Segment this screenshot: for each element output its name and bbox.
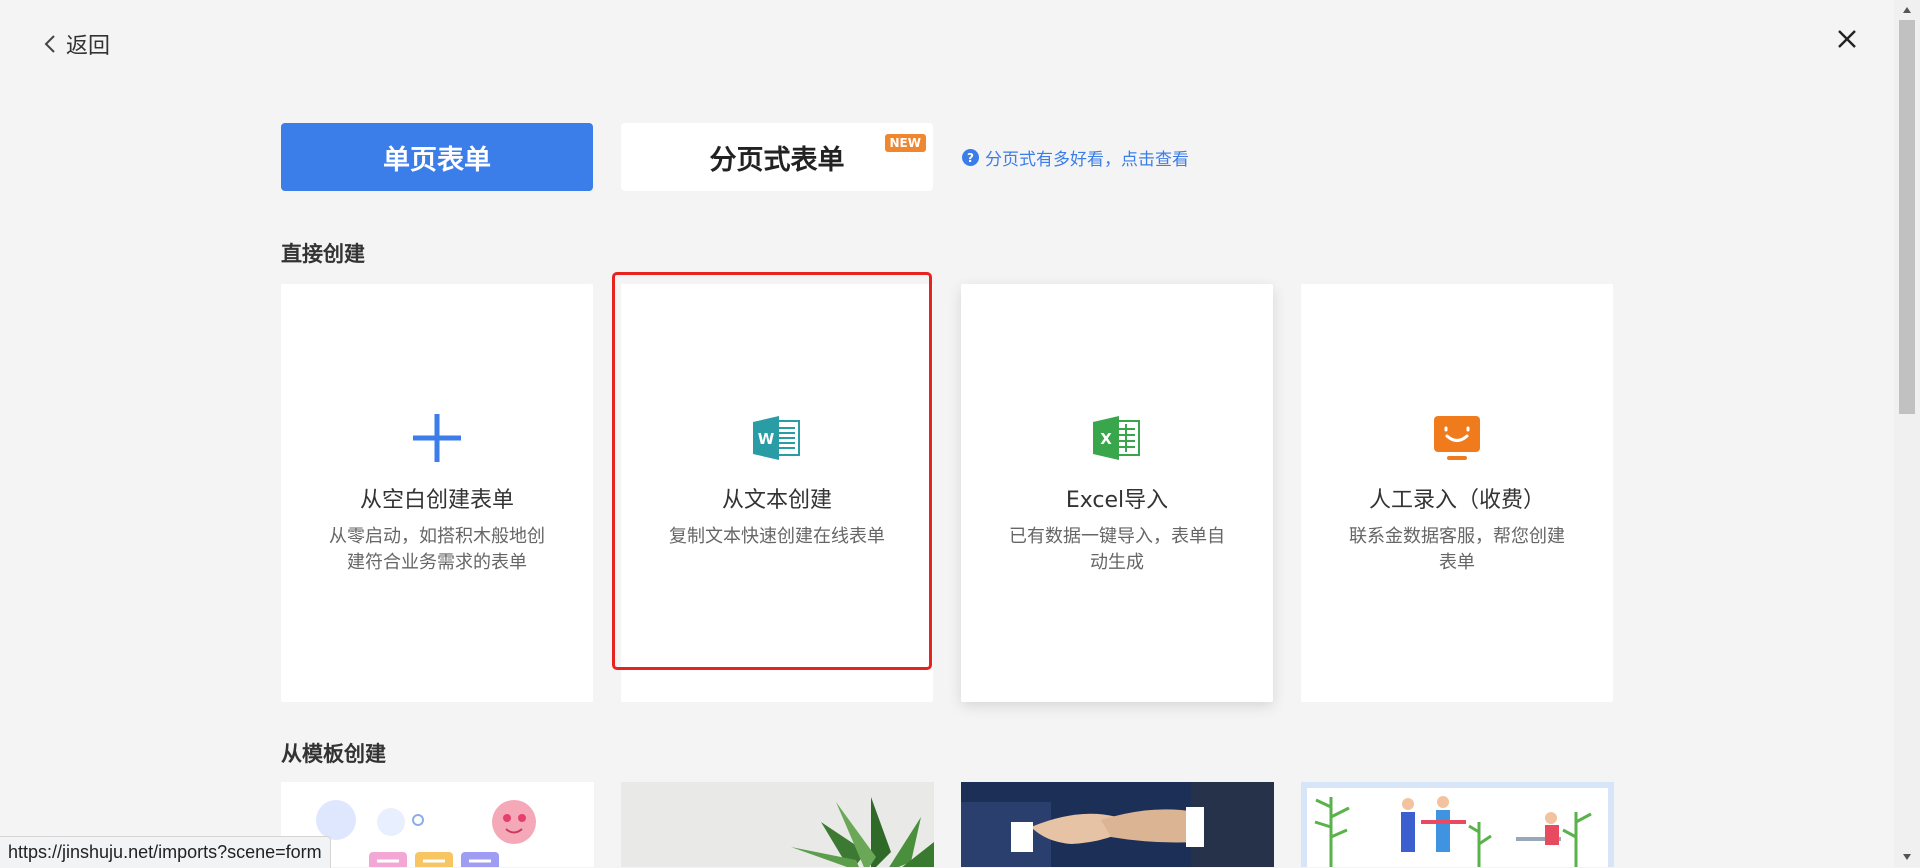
word-icon: W — [753, 416, 800, 460]
svg-text:X: X — [1100, 430, 1112, 448]
template-illustration-plant — [621, 782, 934, 867]
single-page-form-button[interactable]: 单页表单 — [281, 123, 593, 191]
back-link[interactable]: 返回 — [40, 28, 110, 60]
template-illustration-office — [1301, 782, 1614, 867]
paged-form-button[interactable]: 分页式表单 NEW — [621, 123, 933, 191]
monitor-smile-icon — [1434, 416, 1480, 460]
template-thumbnail[interactable] — [621, 782, 934, 867]
card-desc: 复制文本快速创建在线表单 — [669, 526, 885, 547]
card-desc: 从零启动，如搭积木般地创建符合业务需求的表单 — [329, 526, 545, 573]
chevron-left-icon — [44, 35, 55, 53]
excel-icon: X — [1093, 416, 1140, 460]
card-title: Excel导入 — [1065, 488, 1169, 513]
status-bar-url: https://jinshuju.net/imports?scene=form — [0, 836, 331, 868]
section-title-direct: 直接创建 — [281, 242, 365, 266]
scroll-thumb[interactable] — [1899, 20, 1915, 414]
new-badge: NEW — [884, 134, 926, 152]
scroll-up-arrow-icon[interactable] — [1894, 0, 1920, 20]
template-thumbnail[interactable] — [961, 782, 1274, 867]
template-thumbnail[interactable] — [1301, 782, 1614, 867]
template-illustration-handshake — [961, 782, 1274, 867]
card-title: 人工录入（收费） — [1368, 488, 1545, 513]
card-desc: 已有数据一键导入，表单自动生成 — [1009, 526, 1225, 573]
card-from-text[interactable]: W 从文本创建 复制文本快速创建在线表单 — [621, 284, 933, 702]
card-manual-entry[interactable]: 人工录入（收费） 联系金数据客服，帮您创建表单 — [1301, 284, 1613, 702]
section-title-template: 从模板创建 — [281, 742, 386, 766]
scrollbar[interactable] — [1894, 0, 1920, 867]
card-title: 从空白创建表单 — [359, 488, 514, 513]
close-icon[interactable] — [1830, 22, 1864, 56]
plus-icon — [413, 414, 461, 462]
back-label: 返回 — [66, 34, 111, 59]
single-page-form-label: 单页表单 — [383, 144, 491, 176]
question-icon: ? — [962, 149, 979, 166]
paged-form-label: 分页式表单 — [709, 144, 845, 176]
help-link-label: 分页式有多好看，点击查看 — [985, 150, 1189, 170]
scroll-down-arrow-icon[interactable] — [1894, 847, 1920, 867]
card-desc: 联系金数据客服，帮您创建表单 — [1349, 526, 1565, 573]
card-blank-form[interactable]: 从空白创建表单 从零启动，如搭积木般地创建符合业务需求的表单 — [281, 284, 593, 702]
card-excel-import[interactable]: X Excel导入 已有数据一键导入，表单自动生成 — [961, 284, 1273, 702]
card-title: 从文本创建 — [721, 488, 832, 513]
svg-text:W: W — [758, 430, 775, 448]
paged-form-help-link[interactable]: ? 分页式有多好看，点击查看 — [962, 145, 1189, 170]
